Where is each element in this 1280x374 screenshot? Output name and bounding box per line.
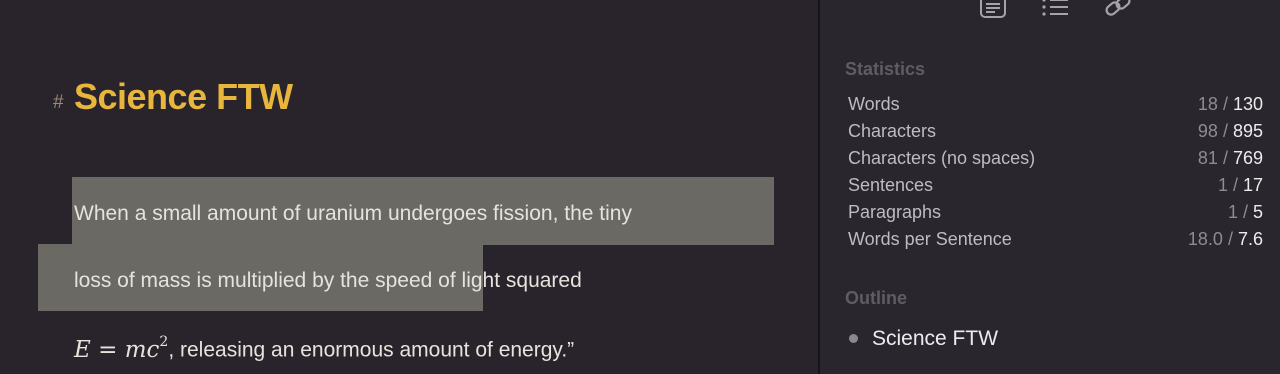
stat-label: Paragraphs (848, 202, 942, 222)
outline-bullet-icon (849, 334, 858, 343)
editor-pane[interactable]: # Science FTW When a small amount of ura… (0, 0, 818, 374)
statistics-heading: Statistics (845, 59, 926, 79)
outline-list-icon[interactable] (1040, 0, 1070, 22)
outline-item[interactable]: Science FTW (872, 327, 998, 351)
stat-row-sentences: Sentences 1 / 17 (848, 175, 1263, 202)
paragraph-line[interactable]: loss of mass is multiplied by the speed … (74, 269, 582, 293)
paragraph-text: of light squared (432, 269, 582, 292)
stat-label: Characters (no spaces) (848, 148, 1036, 168)
stat-row-words: Words 18 / 130 (848, 94, 1263, 121)
paragraph-line[interactable]: E = mc2, releasing an enormous amount of… (74, 334, 575, 363)
paragraph-line[interactable]: When a small amount of uranium undergoes… (74, 202, 632, 226)
math-formula: E = mc2 (74, 334, 169, 363)
stat-label: Sentences (848, 175, 934, 195)
stat-row-characters-no-spaces: Characters (no spaces) 81 / 769 (848, 148, 1263, 175)
stat-label: Characters (848, 121, 937, 141)
stat-row-paragraphs: Paragraphs 1 / 5 (848, 202, 1263, 229)
stat-value: 18 / 130 (1197, 94, 1263, 114)
outline-heading: Outline (845, 288, 907, 308)
paragraph-text: , releasing an enormous amount of energy… (168, 338, 575, 362)
stat-value: 18.0 / 7.6 (1187, 229, 1263, 249)
heading-marker: # (53, 92, 64, 113)
document-icon[interactable] (978, 0, 1008, 22)
paragraph-text: When a small amount of uranium undergoes… (74, 202, 632, 225)
paragraph-text-selected: loss of mass is multiplied by the speed (74, 269, 433, 292)
stat-value: 1 / 5 (1227, 202, 1263, 222)
stat-label: Words per Sentence (848, 229, 1012, 249)
stat-value: 1 / 17 (1217, 175, 1263, 195)
link-icon[interactable] (1103, 0, 1133, 22)
stat-label: Words (848, 94, 900, 114)
stat-row-characters: Characters 98 / 895 (848, 121, 1263, 148)
stat-value: 81 / 769 (1197, 148, 1263, 168)
stat-row-words-per-sentence: Words per Sentence 18.0 / 7.6 (848, 229, 1263, 256)
sidebar-panel: Statistics Words 18 / 130 Characters 98 … (820, 0, 1280, 374)
document-heading[interactable]: Science FTW (74, 76, 293, 118)
stat-value: 98 / 895 (1197, 121, 1263, 141)
